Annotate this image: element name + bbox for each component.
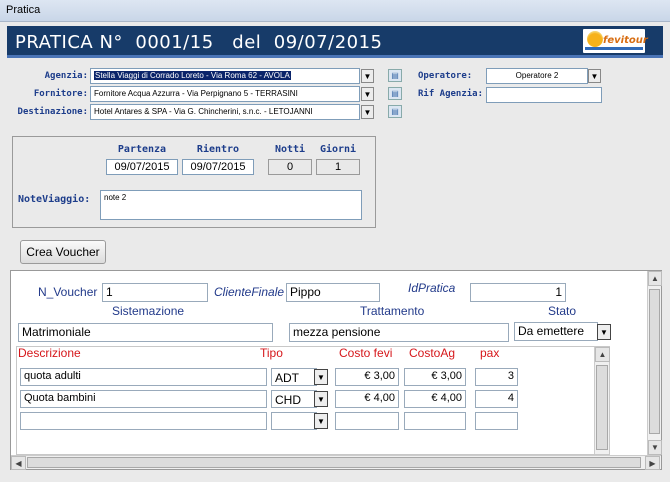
row-descrizione[interactable]: Quota bambini [20,390,267,408]
sistemazione-input[interactable]: Matrimoniale [18,323,273,342]
operatore-label: Operatore: [418,71,473,81]
row-tipo[interactable]: CHD [271,390,317,408]
chevron-down-icon: ▼ [317,416,325,426]
fornitore-label: Fornitore: [33,89,88,99]
n-voucher-label: N_Voucher [38,285,98,299]
row-costo-ag[interactable] [404,412,466,430]
fevitour-logo: fevitour [583,29,648,53]
scroll-thumb[interactable] [649,289,660,434]
rientro-input[interactable]: 09/07/2015 [182,159,254,175]
chevron-down-icon: ▼ [317,372,325,382]
agenzia-label: Agenzia: [44,71,88,81]
partenza-input[interactable]: 09/07/2015 [106,159,178,175]
trattamento-input[interactable]: mezza pensione [289,323,509,342]
partenza-label: Partenza [117,144,167,155]
giorni-label: Giorni [319,144,357,155]
window-title: Pratica [6,4,41,16]
note-viaggio-textarea[interactable]: note 2 [100,190,362,220]
tipo-dropdown-button[interactable]: ▼ [314,413,328,429]
cliente-finale-label: ClienteFinale [214,285,285,299]
scroll-down-icon[interactable]: ▼ [648,440,662,455]
sun-icon [587,31,603,47]
form-header: PRATICA N° 0001/15 del 09/07/2015 fevito… [7,26,663,58]
agenzia-value: Stella Viaggi di Corrado Loreto - Via Ro… [94,71,291,80]
scroll-up-icon[interactable]: ▲ [595,347,610,362]
operatore-combo[interactable]: Operatore 2 [486,68,588,84]
row-costo-fevi[interactable]: € 4,00 [335,390,399,408]
operatore-dropdown-button[interactable]: ▼ [588,69,601,83]
row-pax[interactable]: 4 [475,390,518,408]
rientro-label: Rientro [196,144,240,155]
logo-text: fevitour [603,35,648,46]
row-costo-ag[interactable]: € 4,00 [404,390,466,408]
fornitore-dropdown-button[interactable]: ▼ [361,87,374,101]
row-pax[interactable] [475,412,518,430]
chevron-down-icon: ▼ [600,327,608,337]
page-title: PRATICA N° 0001/15 del 09/07/2015 [15,32,383,53]
row-costo-fevi[interactable] [335,412,399,430]
destinazione-label: Destinazione: [17,107,88,117]
idpratica-value: 1 [470,283,566,302]
row-tipo[interactable]: ADT [271,368,317,386]
n-voucher-input[interactable]: 1 [102,283,208,302]
crea-voucher-button[interactable]: Crea Voucher [20,240,106,264]
wave-icon [585,47,643,50]
row-descrizione[interactable]: quota adulti [20,368,267,386]
tipo-dropdown-button[interactable]: ▼ [314,391,328,407]
chevron-down-icon: ▼ [363,89,372,99]
chevron-down-icon: ▼ [363,71,372,81]
cliente-finale-input[interactable]: Pippo [286,283,380,302]
scroll-up-icon[interactable]: ▲ [648,271,662,286]
destinazione-card-icon[interactable]: ▤ [388,105,402,118]
scroll-thumb[interactable] [596,365,608,450]
fornitore-card-icon[interactable]: ▤ [388,87,402,100]
window-titlebar: Pratica [0,0,670,22]
idpratica-label: IdPratica [408,281,456,295]
rif-agenzia-input[interactable] [486,87,602,103]
subform-vertical-scrollbar[interactable]: ▲ ▼ [647,271,662,455]
row-descrizione[interactable] [20,412,267,430]
tipo-dropdown-button[interactable]: ▼ [314,369,328,385]
scroll-thumb[interactable] [27,457,641,468]
destinazione-dropdown-button[interactable]: ▼ [361,105,374,119]
stato-dropdown-button[interactable]: ▼ [597,324,611,340]
chevron-down-icon: ▼ [590,71,599,81]
scroll-left-icon[interactable]: ◀ [11,456,26,470]
row-pax[interactable]: 3 [475,368,518,386]
agenzia-combo[interactable]: Stella Viaggi di Corrado Loreto - Via Ro… [90,68,360,84]
notti-value: 0 [268,159,312,175]
giorni-value: 1 [316,159,360,175]
chevron-down-icon: ▼ [363,107,372,117]
trattamento-label: Trattamento [360,304,425,318]
destinazione-combo[interactable]: Hotel Antares & SPA - Via G. Chincherini… [90,104,360,120]
scroll-right-icon[interactable]: ▶ [645,456,660,470]
row-costo-fevi[interactable]: € 3,00 [335,368,399,386]
stato-label: Stato [548,304,577,318]
note-viaggio-label: NoteViaggio: [18,194,91,205]
rif-agenzia-label: Rif Agenzia: [418,89,484,99]
agenzia-dropdown-button[interactable]: ▼ [361,69,374,83]
chevron-down-icon: ▼ [317,394,325,404]
details-vertical-scrollbar[interactable]: ▲ [594,347,610,454]
notti-label: Notti [274,144,306,155]
agenzia-card-icon[interactable]: ▤ [388,69,402,82]
row-costo-ag[interactable]: € 3,00 [404,368,466,386]
subform-horizontal-scrollbar[interactable]: ◀ ▶ [11,455,661,470]
row-tipo[interactable] [271,412,317,430]
stato-combo[interactable]: Da emettere [514,322,598,341]
sistemazione-label: Sistemazione [112,304,185,318]
fornitore-combo[interactable]: Fornitore Acqua Azzurra - Via Perpignano… [90,86,360,102]
